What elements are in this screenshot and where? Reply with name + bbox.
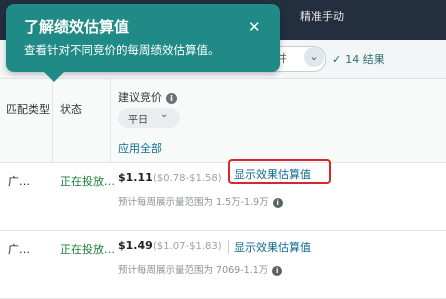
highlight-box: [228, 159, 331, 184]
match-type-cell: 广…: [8, 175, 30, 188]
close-icon[interactable]: ✕: [248, 18, 261, 36]
column-header-match-type[interactable]: 匹配类型: [6, 101, 50, 117]
chevron-down-icon: ⌄: [160, 109, 169, 120]
chevron-down-icon[interactable]: ⌄: [304, 47, 324, 67]
status-cell: 正在投放…: [60, 243, 115, 256]
separator: [228, 240, 229, 254]
impression-estimate-text: 预计每周展示量范围为 7069-1.1万: [118, 265, 269, 276]
performance-estimate-tooltip: 了解绩效估算值 查看针对不同竞价的每周绩效估算值。 ✕: [6, 4, 280, 72]
info-icon[interactable]: i: [272, 265, 283, 276]
impression-estimate: 预计每周展示量范围为 7069-1.1万 i: [118, 262, 283, 276]
suggested-bid-value: $1.49: [118, 239, 153, 252]
show-estimate-link[interactable]: 显示效果估算值: [234, 239, 311, 255]
info-icon[interactable]: i: [272, 197, 283, 208]
impression-estimate-text: 预计每周展示量范围为 1.5万-1.9万: [118, 197, 269, 208]
match-type-cell: 广…: [8, 243, 30, 256]
tooltip-title: 了解绩效估算值: [24, 18, 130, 36]
results-count-text: 14 结果: [345, 53, 385, 66]
suggested-bid-value: $1.11: [118, 171, 153, 184]
column-header-suggested-bid[interactable]: 建议竞价 i: [118, 89, 177, 105]
day-type-select-value: 平日: [128, 115, 148, 126]
campaign-type-label: 精准手动: [300, 10, 344, 23]
column-header-suggested-bid-label: 建议竞价: [118, 91, 162, 104]
tooltip-body: 查看针对不同竞价的每周绩效估算值。: [24, 43, 220, 57]
suggested-bid-range: ($1.07-$1.83): [153, 241, 222, 252]
apply-all-link[interactable]: 应用全部: [118, 140, 162, 156]
suggested-bid-range: ($0.78-$1.58): [153, 173, 222, 184]
info-icon[interactable]: i: [166, 92, 177, 104]
impression-estimate: 预计每周展示量范围为 1.5万-1.9万 i: [118, 194, 283, 208]
results-count: ✓ 14 结果: [332, 51, 385, 67]
table-header: [0, 79, 446, 163]
check-icon: ✓: [332, 53, 342, 66]
column-header-status[interactable]: 状态: [60, 101, 82, 117]
status-cell: 正在投放…: [60, 175, 115, 188]
tooltip-arrow: [42, 70, 66, 82]
